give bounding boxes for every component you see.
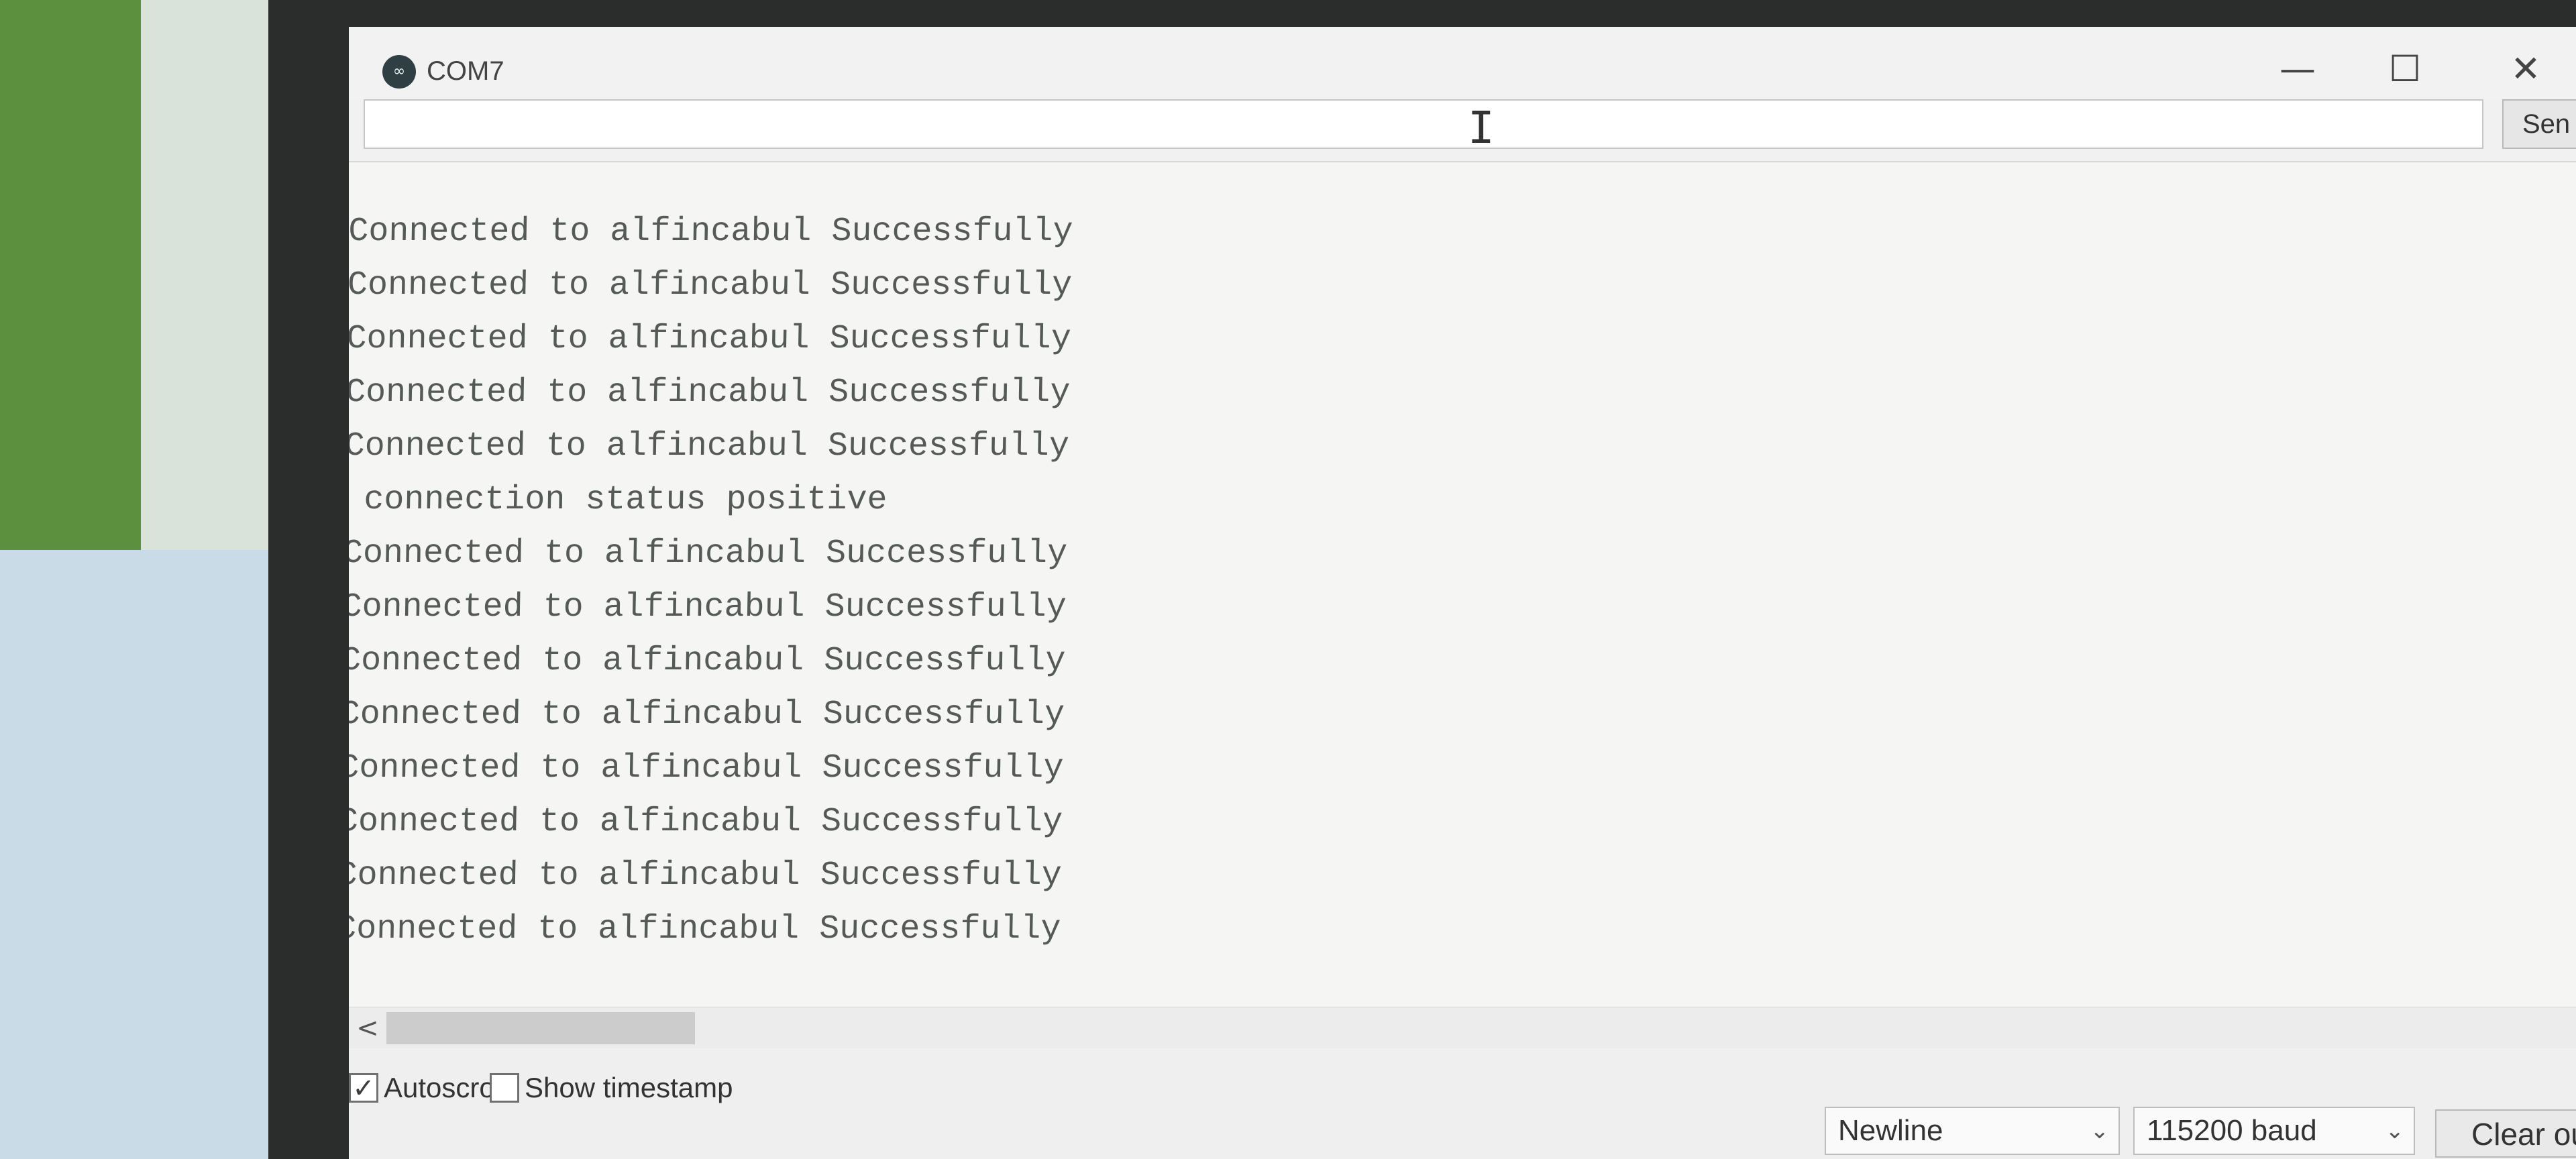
output-line: Connected to alfincabul Successfully <box>349 320 1072 358</box>
autoscroll-option[interactable]: ✓ Autoscroll <box>349 1068 507 1108</box>
chevron-down-icon: ⌄ <box>2090 1117 2110 1144</box>
output-line: Connected to alfincabul Successfully <box>349 266 1073 305</box>
output-line: Connected to alfincabul Successfully <box>349 427 1070 465</box>
line-ending-value: Newline <box>1838 1114 1943 1147</box>
output-line: Connected to alfincabul Successfully <box>349 642 1066 680</box>
chevron-down-icon: ⌄ <box>2385 1117 2405 1144</box>
output-line: Connected to alfincabul Successfully <box>349 374 1071 412</box>
scroll-left-arrow-icon[interactable]: < <box>349 1008 386 1048</box>
show-timestamp-label: Show timestamp <box>525 1072 733 1103</box>
output-lines: Connected to alfincabul Successfully Conn… <box>349 205 1073 956</box>
output-line: Connected to alfincabul Successfully <box>349 749 1065 787</box>
window-title: COM7 <box>427 56 504 86</box>
output-line: Connected to alfincabul Successfully <box>349 910 1061 948</box>
output-line: Connected to alfincabul Successfully <box>349 803 1063 841</box>
minimize-button[interactable]: — <box>2247 39 2348 99</box>
text-cursor-icon: I <box>1468 102 1495 154</box>
title-bar: ∞ COM7 — ☐ ✕ <box>349 27 2576 101</box>
send-button[interactable]: Sen <box>2502 99 2576 149</box>
serial-output-area[interactable]: Connected to alfincabul Successfully Conn… <box>349 161 2576 1006</box>
serial-monitor-window: ∞ COM7 — ☐ ✕ I Sen Connected to alfincab… <box>349 27 2576 1159</box>
output-line: Connected to alfincabul Successfully <box>349 213 1073 251</box>
send-input[interactable] <box>364 99 2483 149</box>
line-ending-select[interactable]: Newline ⌄ <box>1825 1107 2120 1155</box>
output-line: Connected to alfincabul Successfully <box>349 588 1067 626</box>
output-line: Connected to alfincabul Successfully <box>349 857 1063 895</box>
show-timestamp-option[interactable]: Show timestamp <box>490 1068 733 1108</box>
output-line: Connected to alfincabul Successfully <box>349 535 1068 573</box>
scrollbar-thumb[interactable] <box>386 1012 695 1044</box>
status-bar: ✓ Autoscroll Show timestamp Newline ⌄ 11… <box>349 1049 2576 1159</box>
autoscroll-label: Autoscroll <box>384 1072 508 1103</box>
background-photo-wall <box>141 0 275 604</box>
baud-rate-select[interactable]: 115200 baud ⌄ <box>2133 1107 2415 1155</box>
show-timestamp-checkbox[interactable] <box>490 1073 519 1103</box>
horizontal-scrollbar[interactable]: < <box>349 1007 2576 1048</box>
close-button[interactable]: ✕ <box>2475 39 2576 99</box>
baud-rate-value: 115200 baud <box>2147 1114 2317 1147</box>
clear-output-button[interactable]: Clear ou <box>2435 1109 2576 1158</box>
send-row: I Sen <box>364 99 2576 153</box>
arduino-logo-icon: ∞ <box>382 55 416 89</box>
maximize-button[interactable]: ☐ <box>2355 39 2455 99</box>
output-line: Connected to alfincabul Successfully <box>349 696 1065 734</box>
output-line: connection status positive <box>349 481 888 519</box>
autoscroll-checkbox[interactable]: ✓ <box>349 1073 378 1103</box>
background-photo-cloth <box>0 550 288 1159</box>
